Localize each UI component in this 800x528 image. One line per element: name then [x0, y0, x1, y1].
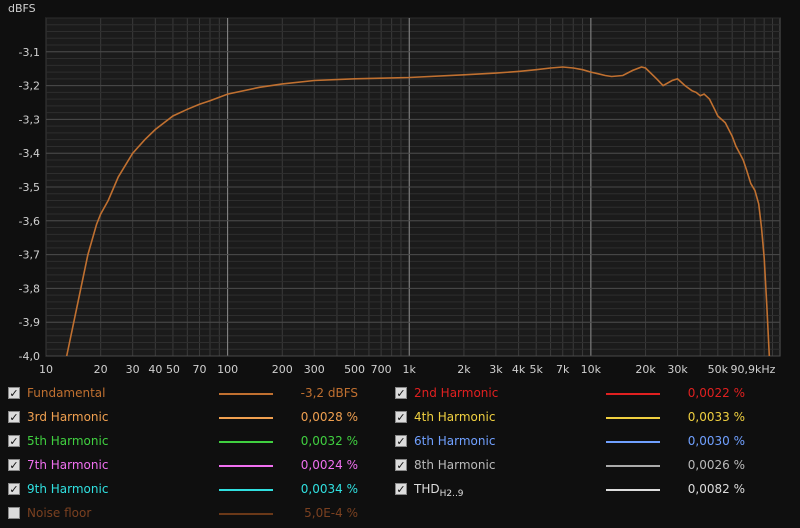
legend-value: 0,0022 % [687, 386, 745, 400]
legend-checkbox[interactable] [8, 507, 20, 519]
legend-checkbox[interactable]: ✓ [395, 483, 407, 495]
legend-checkbox[interactable]: ✓ [395, 459, 407, 471]
x-tick-label: 20 [94, 363, 108, 376]
legend-value: 0,0024 % [300, 458, 358, 472]
x-tick-label: 500 [344, 363, 365, 376]
y-tick-label: -3,7 [19, 249, 40, 262]
x-tick-label: 3k [489, 363, 503, 376]
y-tick-label: -3,6 [19, 215, 40, 228]
x-tick-label: 50 [166, 363, 180, 376]
legend-checkbox[interactable]: ✓ [8, 435, 20, 447]
legend-item: ✓ 7th Harmonic 0,0024 % [8, 454, 393, 478]
legend-item: ✓ THDH2..9 0,0082 % [395, 478, 780, 502]
legend-value: 0,0034 % [300, 482, 358, 496]
legend-checkbox[interactable]: ✓ [395, 411, 407, 423]
y-tick-label: -3,9 [19, 316, 40, 329]
legend-value: 0,0030 % [687, 434, 745, 448]
legend-checkbox[interactable]: ✓ [395, 387, 407, 399]
x-tick-label: 20k [635, 363, 656, 376]
x-tick-label: 5k [530, 363, 544, 376]
y-axis-label: dBFS [8, 2, 36, 15]
x-tick-label: 10 [39, 363, 53, 376]
x-tick-label: 4k [512, 363, 526, 376]
x-tick-label: 10k [581, 363, 602, 376]
legend-label: 5th Harmonic [27, 434, 109, 448]
legend-value: 0,0033 % [687, 410, 745, 424]
legend-item: ✓ 2nd Harmonic 0,0022 % [395, 382, 780, 406]
y-tick-label: -3,4 [19, 147, 40, 160]
legend-label: 7th Harmonic [27, 458, 109, 472]
legend-value: 5,0E-4 % [304, 506, 358, 520]
legend-label: 8th Harmonic [414, 458, 496, 472]
legend-label: Fundamental [27, 386, 106, 400]
legend-item: ✓ 4th Harmonic 0,0033 % [395, 406, 780, 430]
x-tick-label: 30k [667, 363, 688, 376]
y-tick-label: -3,1 [19, 46, 40, 59]
x-tick-label: 40 [148, 363, 162, 376]
frequency-response-chart: -3,1 -3,2 -3,3 -3,4 -3,5 -3,6 -3,7 -3,8 -3,9 -4,0… [8, 2, 781, 376]
legend-value: -3,2 dBFS [300, 386, 358, 400]
legend-label: 4th Harmonic [414, 410, 496, 424]
legend-label: 3rd Harmonic [27, 410, 109, 424]
legend-label: 9th Harmonic [27, 482, 109, 496]
legend-value: 0,0082 % [687, 482, 745, 496]
x-tick-label: 1k [403, 363, 417, 376]
x-tick-label: 2k [457, 363, 471, 376]
legend-item: ✓ 3rd Harmonic 0,0028 % [8, 406, 393, 430]
legend-value: 0,0026 % [687, 458, 745, 472]
x-tick-label: 50k [708, 363, 729, 376]
y-tick-label: -3,8 [19, 282, 40, 295]
legend-item: ✓ Fundamental -3,2 dBFS [8, 382, 393, 406]
legend-item: ✓ 9th Harmonic 0,0034 % [8, 478, 393, 502]
x-tick-label: 30 [126, 363, 140, 376]
legend-label-subscript: H2..9 [439, 489, 464, 499]
legend-checkbox[interactable]: ✓ [395, 435, 407, 447]
legend-label: THDH2..9 [414, 482, 464, 499]
legend-item: ✓ 8th Harmonic 0,0026 % [395, 454, 780, 478]
x-tick-label: 100 [217, 363, 238, 376]
legend-checkbox[interactable]: ✓ [8, 387, 20, 399]
legend-value: 0,0032 % [300, 434, 358, 448]
legend-label: Noise floor [27, 506, 92, 520]
y-tick-label: -3,5 [19, 181, 40, 194]
y-tick-label: -3,3 [19, 113, 40, 126]
legend-item: Noise floor 5,0E-4 % [8, 502, 393, 526]
legend-item: ✓ 6th Harmonic 0,0030 % [395, 430, 780, 454]
legend-checkbox[interactable]: ✓ [8, 483, 20, 495]
x-axis-ticks: 10 20 30 40 50 70 100 200 300 500 700 1k 2k 3k 4k 5k 7k 1… [39, 363, 776, 376]
x-tick-label: 700 [371, 363, 392, 376]
x-tick-label: 90,9kHz [730, 363, 775, 376]
legend-item: ✓ 5th Harmonic 0,0032 % [8, 430, 393, 454]
y-tick-label: -4,0 [19, 350, 40, 363]
legend-value: 0,0028 % [300, 410, 358, 424]
legend-label: 6th Harmonic [414, 434, 496, 448]
y-axis-ticks: -3,1 -3,2 -3,3 -3,4 -3,5 -3,6 -3,7 -3,8 -3,9 -4,0 [19, 46, 40, 363]
x-tick-label: 7k [556, 363, 570, 376]
legend-label: 2nd Harmonic [414, 386, 499, 400]
y-tick-label: -3,2 [19, 80, 40, 93]
x-tick-label: 200 [272, 363, 293, 376]
legend: ✓ Fundamental -3,2 dBFS ✓ 2nd Harmonic 0,0022… [0, 382, 800, 528]
x-tick-label: 70 [192, 363, 206, 376]
x-tick-label: 300 [304, 363, 325, 376]
legend-checkbox[interactable]: ✓ [8, 411, 20, 423]
legend-checkbox[interactable]: ✓ [8, 459, 20, 471]
